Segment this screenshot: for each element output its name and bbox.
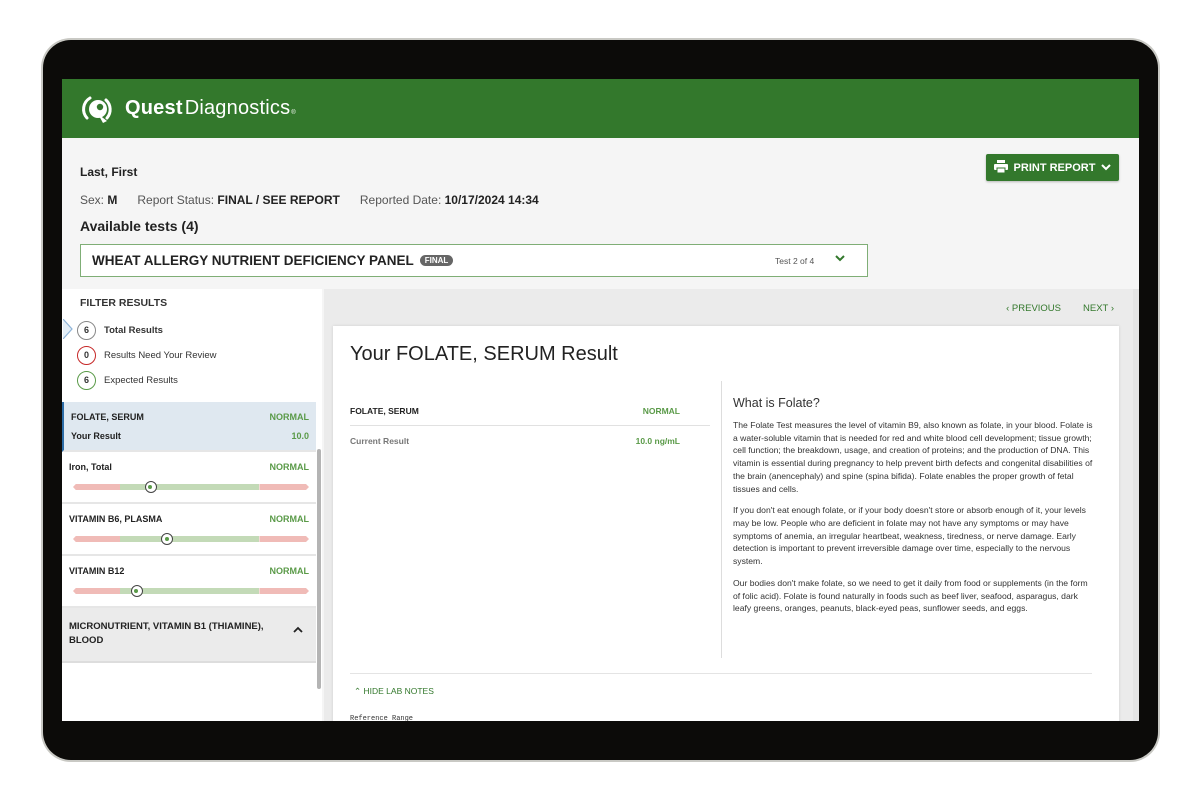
count-badge: 6 — [77, 370, 96, 390]
result-marker — [161, 533, 174, 545]
quest-logo-icon — [81, 92, 115, 126]
group-name: MICRONUTRIENT, VITAMIN B1 (THIAMINE), BL… — [69, 621, 264, 647]
chevron-up-icon: ⌃ — [354, 686, 362, 696]
test-count: Test 2 of 4 — [775, 256, 815, 266]
result-status: NORMAL — [269, 566, 310, 576]
result-navigation: ‹ PREVIOUS NEXT › — [1006, 303, 1114, 314]
result-status: NORMAL — [269, 514, 310, 524]
brand-header: Quest Diagnostics ® — [62, 79, 1139, 138]
result-title: Your FOLATE, SERUM Result — [350, 343, 618, 365]
patient-info: Last, First — [80, 165, 137, 179]
result-group-thiamine[interactable]: MICRONUTRIENT, VITAMIN B1 (THIAMINE), BL… — [62, 608, 316, 663]
active-filter-pointer-icon — [63, 319, 73, 339]
next-button[interactable]: NEXT › — [1083, 303, 1114, 314]
range-bar — [69, 472, 309, 502]
lab-notes: Reference Range — [350, 715, 414, 721]
result-item-vitamin-b6[interactable]: VITAMIN B6, PLASMA NORMAL — [62, 504, 316, 556]
app-screen: Quest Diagnostics ® Last, First Sex: M R… — [62, 79, 1139, 721]
print-report-button[interactable]: PRINT REPORT — [986, 154, 1119, 181]
result-item-folate[interactable]: FOLATE, SERUM NORMAL Your Result 10.0 — [62, 402, 316, 452]
your-result-label: Your Result — [71, 431, 121, 441]
hide-lab-notes-toggle[interactable]: ⌃ HIDE LAB NOTES — [354, 686, 434, 697]
range-high-segment — [259, 536, 309, 542]
status-badge: NORMAL — [642, 406, 680, 416]
current-result-row: Current Result 10.0 ng/mL — [350, 436, 680, 446]
result-item-iron[interactable]: Iron, Total NORMAL — [62, 452, 316, 504]
printer-icon — [993, 159, 1008, 176]
column-divider — [721, 381, 722, 658]
brand-name: Quest Diagnostics ® — [125, 97, 296, 119]
chevron-down-icon — [1101, 162, 1112, 174]
test-panel-selector[interactable]: WHEAT ALLERGY NUTRIENT DEFICIENCY PANEL … — [80, 244, 868, 277]
range-normal-segment — [120, 484, 260, 490]
report-status: Report Status: FINAL / SEE REPORT — [137, 193, 340, 207]
filter-total-results[interactable]: 6 Total Results — [77, 320, 163, 340]
result-name: VITAMIN B12 — [69, 566, 125, 576]
sex-field: Sex: M — [80, 193, 118, 207]
result-status: NORMAL — [269, 412, 310, 422]
range-high-segment — [259, 588, 309, 594]
result-summary-header: FOLATE, SERUM NORMAL — [350, 406, 710, 426]
range-bar — [69, 524, 309, 554]
range-low-segment — [73, 484, 121, 490]
panel-name: WHEAT ALLERGY NUTRIENT DEFICIENCY PANEL — [92, 253, 414, 268]
chevron-right-icon: › — [1110, 303, 1114, 314]
result-name: VITAMIN B6, PLASMA — [69, 514, 163, 524]
count-badge: 6 — [77, 320, 96, 340]
range-normal-segment — [120, 536, 260, 542]
result-marker — [130, 585, 143, 597]
chevron-down-icon — [835, 251, 845, 265]
print-report-label: PRINT REPORT — [1013, 161, 1096, 174]
filter-expected-results[interactable]: 6 Expected Results — [77, 370, 178, 390]
result-summary-table: FOLATE, SERUM NORMAL Current Result 10.0… — [350, 406, 710, 446]
info-paragraph: Our bodies don't make folate, so we need… — [733, 577, 1088, 614]
filter-heading: FILTER RESULTS — [80, 297, 168, 309]
current-result-value: 10.0 ng/mL — [635, 436, 680, 446]
info-paragraph: The Folate Test measures the level of vi… — [733, 420, 1093, 494]
your-result-value: 10.0 — [291, 431, 309, 441]
range-high-segment — [259, 484, 309, 490]
patient-name: Last, First — [80, 165, 138, 179]
result-name: Iron, Total — [69, 462, 112, 472]
result-status: NORMAL — [269, 462, 310, 472]
result-marker — [144, 481, 157, 493]
results-sidebar: FILTER RESULTS 6 Total Results 0 Results… — [62, 289, 322, 721]
section-divider — [350, 673, 1092, 674]
result-detail-area: ‹ PREVIOUS NEXT › Your FOLATE, SERUM Res… — [324, 289, 1139, 721]
sidebar-scrollbar[interactable] — [317, 449, 321, 689]
result-list: FOLATE, SERUM NORMAL Your Result 10.0 Ir… — [62, 402, 316, 663]
result-name: FOLATE, SERUM — [71, 412, 144, 422]
filter-need-review[interactable]: 0 Results Need Your Review — [77, 345, 216, 365]
info-heading: What is Folate? — [733, 396, 820, 410]
chevron-left-icon: ‹ — [1006, 303, 1010, 314]
reported-date: Reported Date: 10/17/2024 14:34 — [359, 193, 539, 207]
chevron-up-icon — [293, 620, 303, 649]
available-tests-heading: Available tests (4) — [80, 218, 199, 234]
main-scrollbar[interactable] — [1133, 289, 1139, 721]
result-item-vitamin-b12[interactable]: VITAMIN B12 NORMAL — [62, 556, 316, 608]
test-info: What is Folate? The Folate Test measures… — [733, 396, 1095, 624]
report-meta: Sex: M Report Status: FINAL / SEE REPORT… — [80, 193, 539, 207]
result-detail-card: Your FOLATE, SERUM Result FOLATE, SERUM … — [333, 326, 1119, 721]
final-status-badge: FINAL — [419, 255, 454, 266]
previous-button[interactable]: ‹ PREVIOUS — [1006, 303, 1061, 314]
range-low-segment — [73, 536, 121, 542]
range-low-segment — [73, 588, 121, 594]
count-badge: 0 — [77, 345, 96, 365]
range-bar — [69, 576, 309, 606]
info-paragraph: If you don't eat enough folate, or if yo… — [733, 505, 1086, 567]
